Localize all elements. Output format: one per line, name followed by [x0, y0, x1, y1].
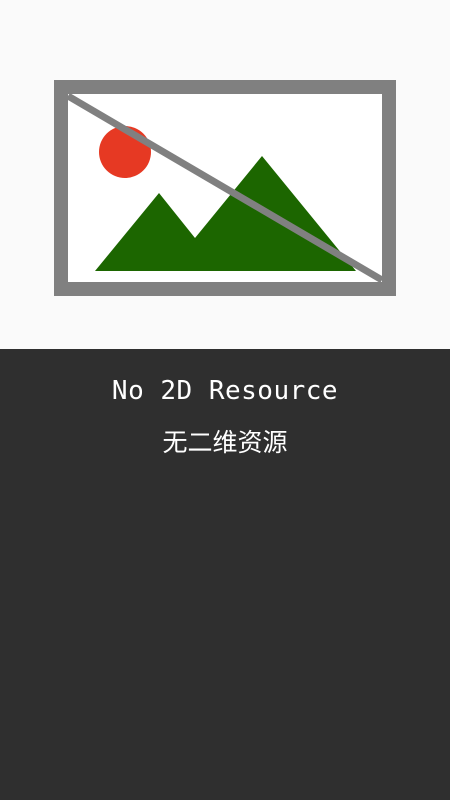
- no-resource-title-chinese: 无二维资源: [162, 428, 288, 457]
- no-resource-screen: No 2D Resource 无二维资源: [0, 0, 450, 800]
- broken-image-icon: [54, 80, 396, 296]
- image-placeholder-panel: [0, 0, 450, 349]
- no-resource-title-english: No 2D Resource: [111, 376, 339, 406]
- status-message: No 2D Resource 无二维资源: [0, 349, 450, 459]
